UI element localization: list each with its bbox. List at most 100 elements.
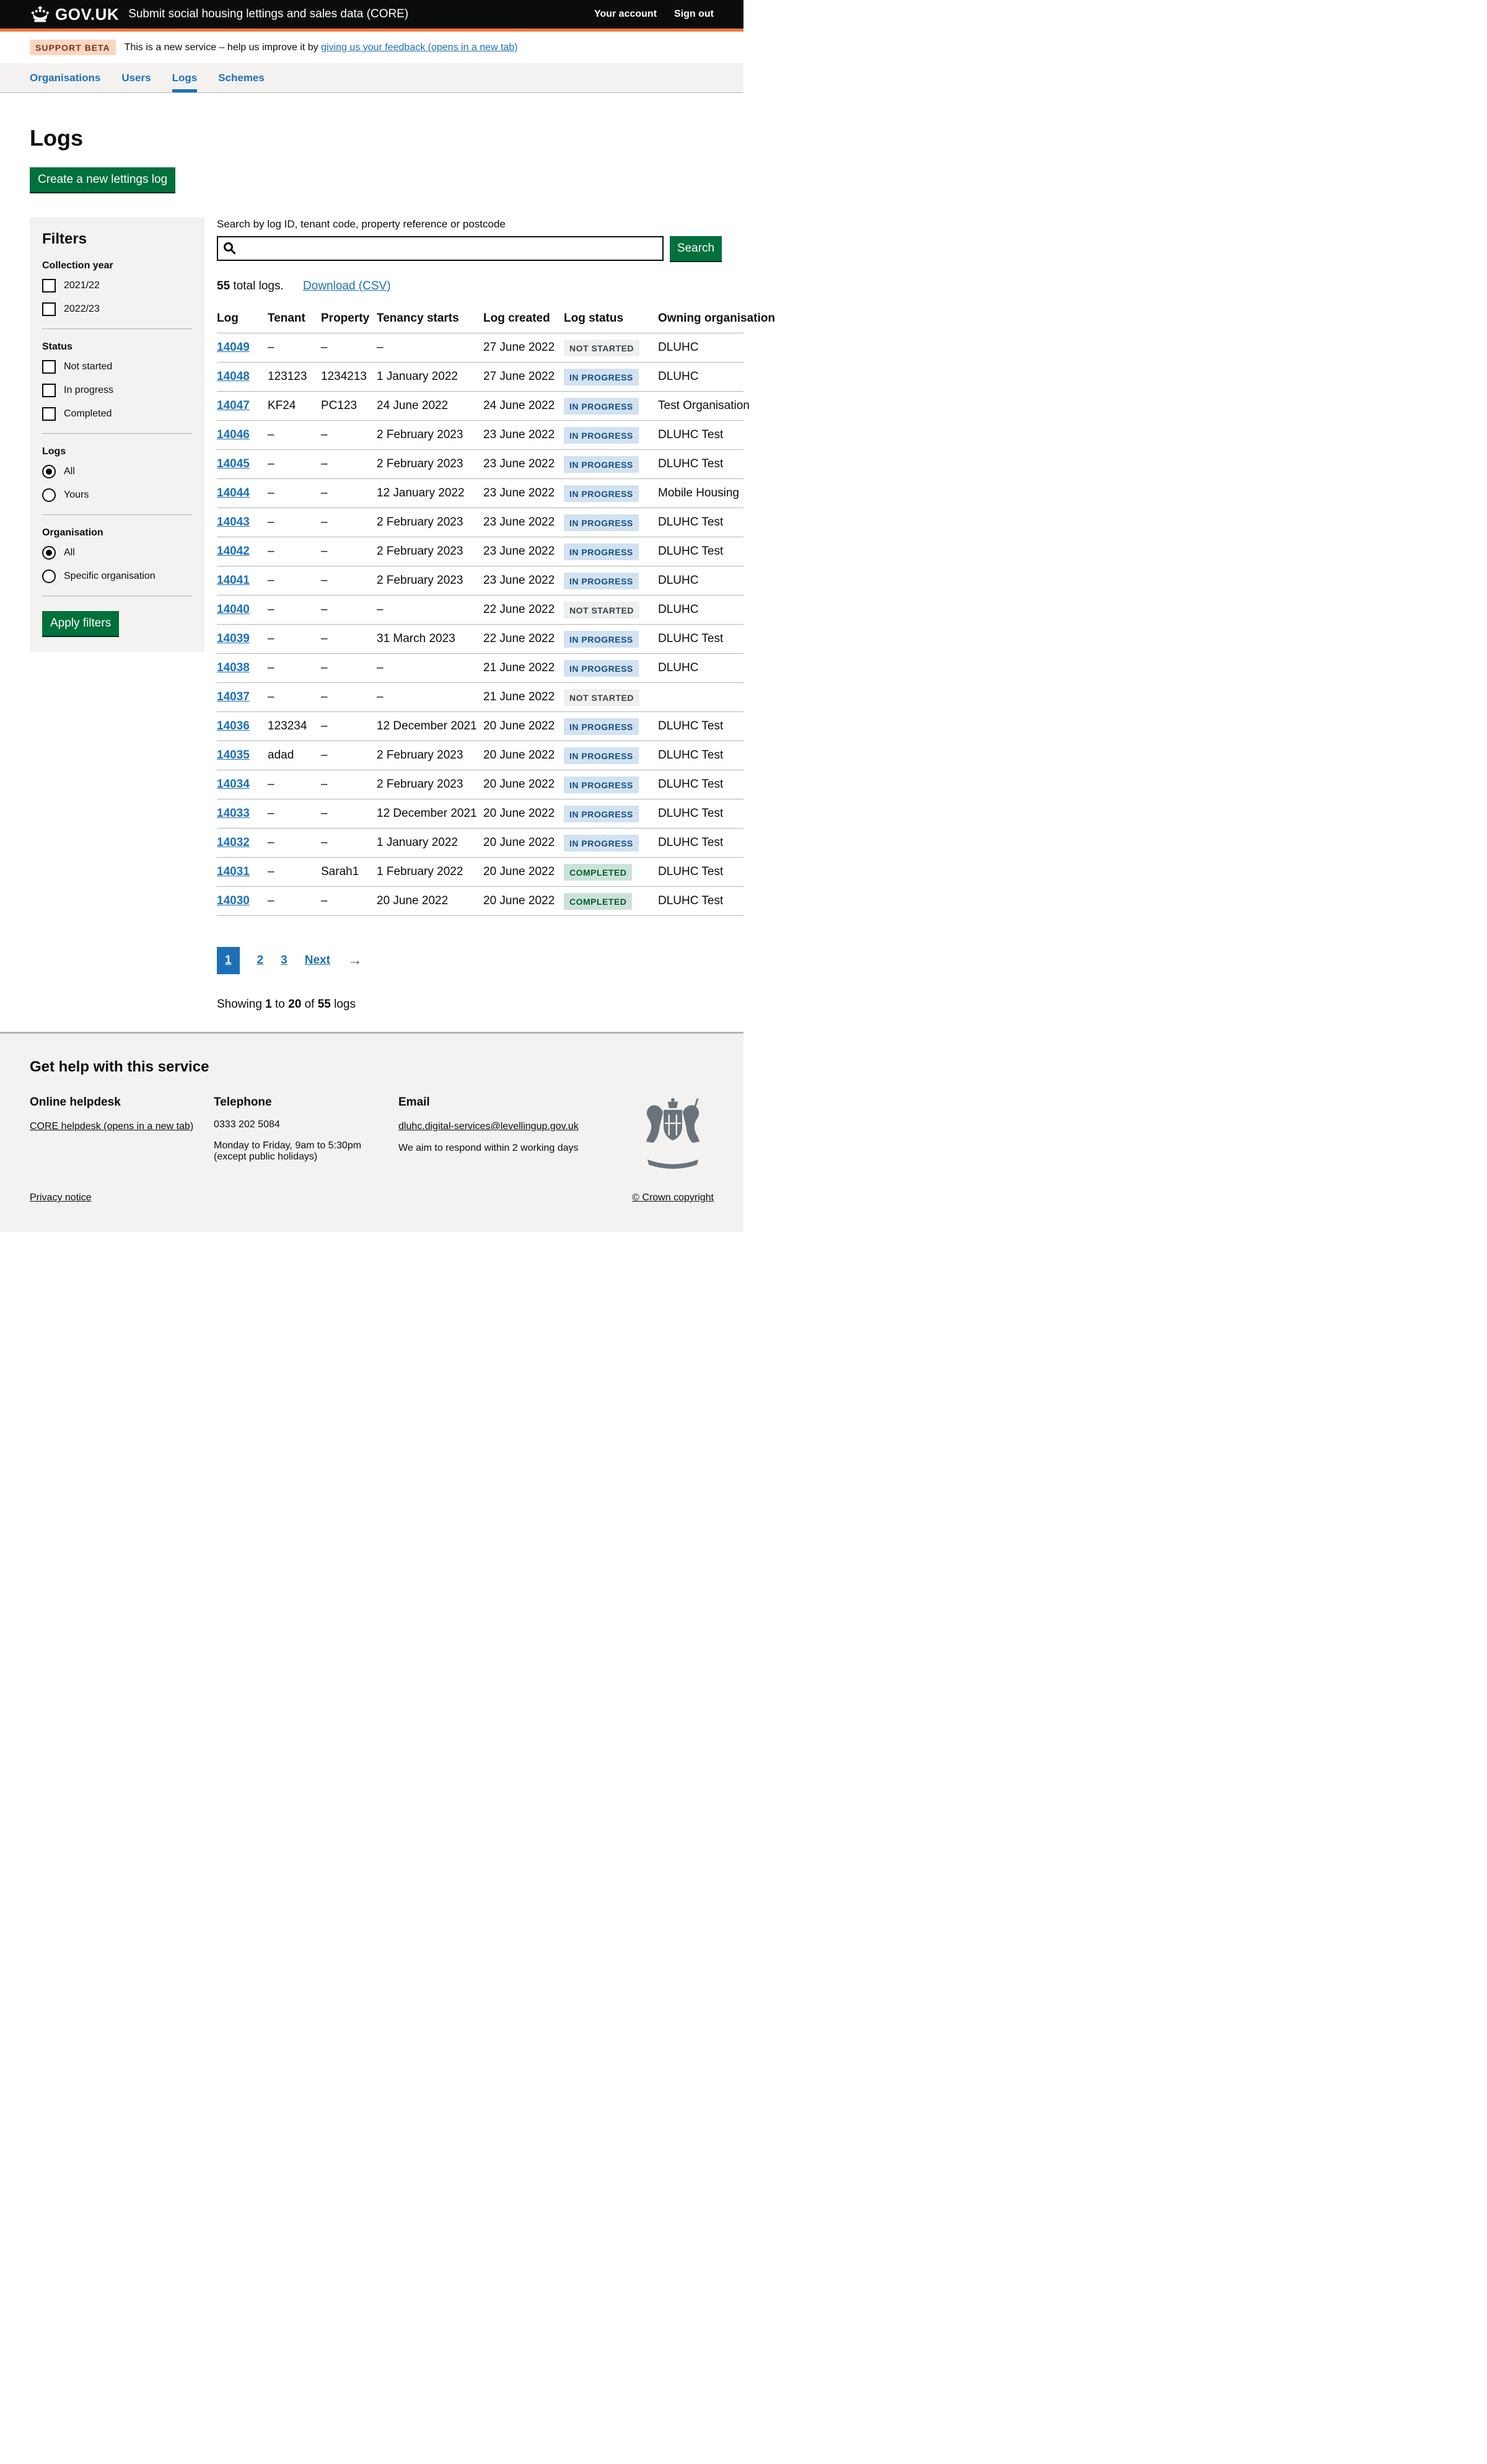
primary-navigation: Organisations Users Logs Schemes bbox=[0, 63, 744, 93]
checkbox-in-progress[interactable] bbox=[42, 384, 56, 397]
filter-option-completed[interactable]: Completed bbox=[42, 407, 192, 421]
table-row: 14047KF24PC12324 June 202224 June 2022IN… bbox=[217, 392, 744, 421]
tenancy-starts-cell: 2 February 2023 bbox=[377, 741, 483, 770]
radio-all[interactable] bbox=[42, 546, 56, 560]
filter-option-2022-23[interactable]: 2022/23 bbox=[42, 302, 192, 316]
log-id-link[interactable]: 14038 bbox=[217, 661, 250, 674]
owning-organisation-cell: DLUHC Test bbox=[658, 508, 744, 537]
owning-organisation-cell: DLUHC Test bbox=[658, 537, 744, 566]
your-account-link[interactable]: Your account bbox=[594, 9, 657, 20]
log-id-link[interactable]: 14033 bbox=[217, 807, 250, 820]
email-note: We aim to respond within 2 working days bbox=[398, 1143, 603, 1154]
apply-filters-button[interactable]: Apply filters bbox=[42, 611, 119, 636]
owning-organisation-cell: DLUHC bbox=[658, 363, 744, 392]
table-row: 14043––2 February 202323 June 2022IN PRO… bbox=[217, 508, 744, 537]
radio-all[interactable] bbox=[42, 465, 56, 478]
tab-organisations[interactable]: Organisations bbox=[30, 63, 100, 92]
status-badge: IN PROGRESS bbox=[564, 398, 639, 415]
table-row: 14035adad–2 February 202320 June 2022IN … bbox=[217, 741, 744, 770]
total-logs-label: total logs. bbox=[230, 279, 284, 293]
column-header-log: Log bbox=[217, 307, 268, 333]
log-id-link[interactable]: 14047 bbox=[217, 399, 250, 412]
filter-option-label: Not started bbox=[64, 361, 112, 372]
owning-organisation-cell: DLUHC Test bbox=[658, 829, 744, 858]
pagination-page-3[interactable]: 3 bbox=[281, 954, 287, 967]
download-csv-link[interactable]: Download (CSV) bbox=[303, 279, 391, 293]
create-lettings-log-button[interactable]: Create a new lettings log bbox=[30, 167, 175, 192]
checkbox-2021-22[interactable] bbox=[42, 279, 56, 293]
owning-organisation-cell: DLUHC Test bbox=[658, 858, 744, 887]
filter-option-label: All bbox=[64, 466, 75, 477]
search-input[interactable] bbox=[217, 236, 664, 261]
tab-schemes[interactable]: Schemes bbox=[218, 63, 265, 92]
core-helpdesk-link[interactable]: CORE helpdesk (opens in a new tab) bbox=[30, 1121, 193, 1132]
log-id-link[interactable]: 14032 bbox=[217, 836, 250, 849]
tenancy-starts-cell: – bbox=[377, 333, 483, 363]
log-id-link[interactable]: 14049 bbox=[217, 341, 250, 354]
status-badge: IN PROGRESS bbox=[564, 543, 639, 560]
filter-heading-status: Status bbox=[42, 341, 192, 353]
status-badge: IN PROGRESS bbox=[564, 427, 639, 444]
log-id-link[interactable]: 14048 bbox=[217, 370, 250, 383]
log-id-link[interactable]: 14030 bbox=[217, 894, 250, 907]
log-id-link[interactable]: 14041 bbox=[217, 574, 250, 587]
filter-option-all[interactable]: All bbox=[42, 465, 192, 478]
filter-option-not-started[interactable]: Not started bbox=[42, 360, 192, 374]
log-id-link[interactable]: 14039 bbox=[217, 632, 250, 645]
crown-copyright-link[interactable]: © Crown copyright bbox=[632, 1192, 714, 1203]
property-cell: – bbox=[321, 625, 377, 654]
property-cell: – bbox=[321, 799, 377, 829]
email-link[interactable]: dluhc.digital-services@levellingup.gov.u… bbox=[398, 1121, 579, 1132]
divider bbox=[42, 433, 192, 434]
property-cell: – bbox=[321, 537, 377, 566]
results-column: Search by log ID, tenant code, property … bbox=[217, 217, 744, 1011]
filter-option-label: In progress bbox=[64, 385, 113, 396]
filter-option-in-progress[interactable]: In progress bbox=[42, 384, 192, 397]
log-id-link[interactable]: 14043 bbox=[217, 516, 250, 529]
table-row: 14036123234–12 December 202120 June 2022… bbox=[217, 712, 744, 741]
filter-option-all[interactable]: All bbox=[42, 546, 192, 560]
table-row: 14040–––22 June 2022NOT STARTEDDLUHC bbox=[217, 596, 744, 625]
govuk-logo-link[interactable]: GOV.UK bbox=[30, 5, 119, 24]
filter-option-label: Yours bbox=[64, 490, 89, 501]
checkbox-completed[interactable] bbox=[42, 407, 56, 421]
checkbox-not-started[interactable] bbox=[42, 360, 56, 374]
filter-option-specific-organisation[interactable]: Specific organisation bbox=[42, 570, 192, 583]
log-id-link[interactable]: 14045 bbox=[217, 457, 250, 470]
log-id-link[interactable]: 14046 bbox=[217, 428, 250, 441]
log-id-link[interactable]: 14036 bbox=[217, 719, 250, 733]
log-created-cell: 23 June 2022 bbox=[483, 508, 564, 537]
radio-specific-organisation[interactable] bbox=[42, 570, 56, 583]
service-name-link[interactable]: Submit social housing lettings and sales… bbox=[128, 7, 408, 21]
log-id-link[interactable]: 14044 bbox=[217, 486, 250, 499]
log-created-cell: 20 June 2022 bbox=[483, 858, 564, 887]
tenant-cell: – bbox=[268, 508, 321, 537]
checkbox-2022-23[interactable] bbox=[42, 302, 56, 316]
search-button[interactable]: Search bbox=[670, 236, 722, 261]
phase-banner-text: This is a new service – help us improve … bbox=[125, 42, 518, 53]
pagination-current-page[interactable]: 1 bbox=[217, 947, 240, 974]
tenancy-starts-cell: 2 February 2023 bbox=[377, 537, 483, 566]
privacy-notice-link[interactable]: Privacy notice bbox=[30, 1192, 92, 1203]
feedback-link[interactable]: giving us your feedback (opens in a new … bbox=[321, 42, 518, 53]
filter-heading-organisation: Organisation bbox=[42, 527, 192, 539]
pagination-page-2[interactable]: 2 bbox=[257, 954, 264, 967]
filter-option-yours[interactable]: Yours bbox=[42, 488, 192, 502]
pagination-next-link[interactable]: Next bbox=[305, 954, 330, 967]
log-created-cell: 22 June 2022 bbox=[483, 596, 564, 625]
log-id-link[interactable]: 14035 bbox=[217, 749, 250, 762]
log-id-link[interactable]: 14042 bbox=[217, 545, 250, 558]
telephone-hours: Monday to Friday, 9am to 5:30pm (except … bbox=[214, 1140, 372, 1163]
tenant-cell: adad bbox=[268, 741, 321, 770]
owning-organisation-cell: Test Organisation bbox=[658, 392, 744, 421]
tab-users[interactable]: Users bbox=[121, 63, 151, 92]
log-id-link[interactable]: 14040 bbox=[217, 603, 250, 616]
log-id-link[interactable]: 14037 bbox=[217, 690, 250, 703]
filter-option-2021-22[interactable]: 2021/22 bbox=[42, 279, 192, 293]
status-badge: IN PROGRESS bbox=[564, 718, 639, 735]
radio-yours[interactable] bbox=[42, 488, 56, 502]
log-id-link[interactable]: 14034 bbox=[217, 778, 250, 791]
tab-logs[interactable]: Logs bbox=[172, 63, 198, 92]
log-id-link[interactable]: 14031 bbox=[217, 865, 250, 878]
sign-out-link[interactable]: Sign out bbox=[674, 9, 714, 20]
